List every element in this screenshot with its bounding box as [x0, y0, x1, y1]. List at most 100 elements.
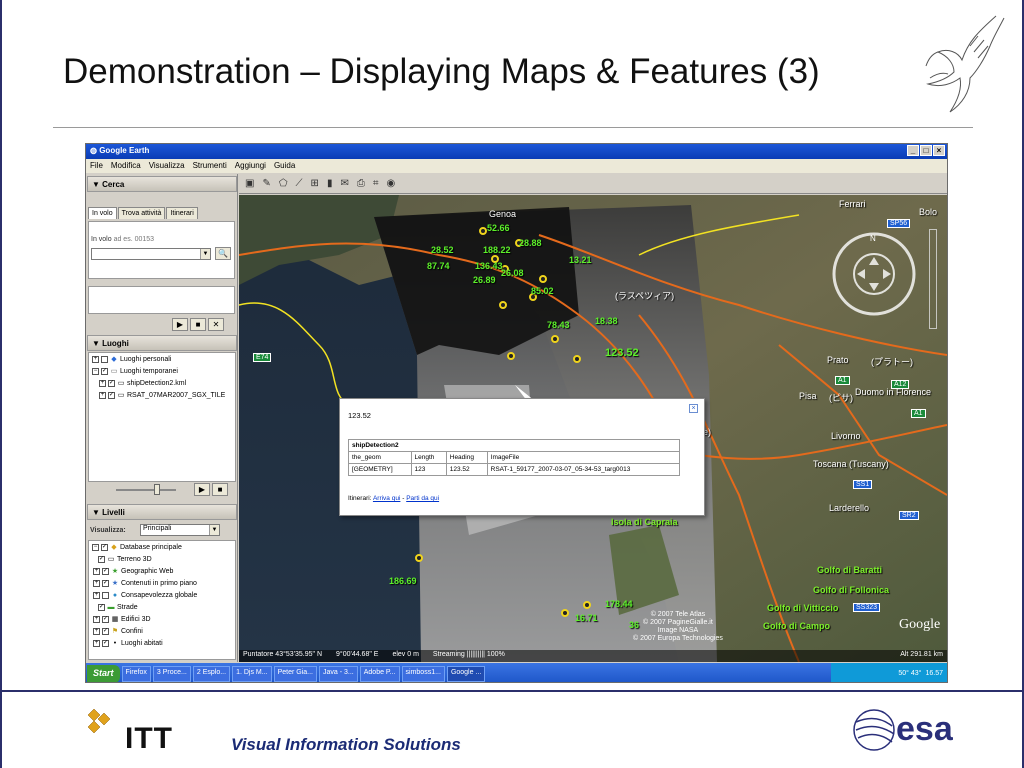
menu-guida[interactable]: Guida — [274, 161, 295, 171]
ship-length-label[interactable]: 52.66 — [487, 223, 510, 233]
list-item[interactable]: ✓ ▭ Terreno 3D — [89, 553, 235, 565]
ship-length-label[interactable]: 16.71 — [575, 613, 598, 623]
ship-marker-icon[interactable] — [583, 601, 591, 609]
close-button[interactable]: × — [933, 145, 945, 156]
place-label[interactable]: Ferrari — [839, 199, 866, 209]
maximize-button[interactable]: □ — [920, 145, 932, 156]
menu-file[interactable]: File — [90, 161, 103, 171]
list-item[interactable]: − ✓ ◆ Database principale — [89, 541, 235, 553]
place-label[interactable]: Golfo di Baratti — [817, 565, 882, 575]
list-item[interactable]: + ● Consapevolezza globale — [89, 589, 235, 601]
dropdown-arrow-icon[interactable]: ▼ — [200, 249, 210, 259]
taskbar-item[interactable]: 3 Proce... — [152, 665, 191, 682]
slider-handle[interactable] — [154, 484, 160, 495]
taskbar-item-google-earth[interactable]: Google ... — [446, 665, 486, 682]
expand-icon[interactable]: + — [93, 639, 100, 647]
checkbox[interactable]: ✓ — [108, 391, 115, 399]
checkbox[interactable]: ✓ — [102, 615, 109, 623]
place-label[interactable]: Bolo — [919, 207, 937, 217]
checkbox[interactable]: ✓ — [98, 603, 105, 611]
view-select[interactable]: Principali ▼ — [140, 524, 220, 536]
minimize-button[interactable]: _ — [907, 145, 919, 156]
expand-icon[interactable]: + — [93, 615, 100, 623]
ship-length-label[interactable]: 18.38 — [595, 316, 618, 326]
collapse-icon[interactable]: − — [92, 367, 99, 375]
taskbar-item[interactable]: Java - 3... — [319, 665, 358, 682]
tab-in-volo[interactable]: In volo — [88, 207, 117, 219]
layers-panel-header[interactable]: ▼ Livelli — [87, 504, 237, 520]
stop-button[interactable]: ■ — [190, 318, 206, 331]
polygon-icon[interactable]: ⬠ — [279, 178, 288, 189]
email-icon[interactable]: ✉ — [340, 178, 348, 189]
ruler-icon[interactable]: ▮ — [327, 178, 333, 189]
taskbar-item[interactable]: Adobe P... — [359, 665, 400, 682]
place-label[interactable]: (プラトー) — [871, 355, 913, 368]
ship-marker-icon[interactable] — [551, 335, 559, 343]
list-item[interactable]: + ✓ ⚑ Confini — [89, 625, 235, 637]
taskbar-item[interactable]: Peter Gia... — [273, 665, 317, 682]
checkbox[interactable]: ✓ — [108, 379, 115, 387]
expand-icon[interactable]: + — [93, 627, 100, 635]
map-view[interactable]: N 52.66 28.52 188.22 28.88 87.74 136.43 26.08 1… — [239, 195, 947, 662]
ship-length-label[interactable]: 26.89 — [473, 275, 496, 285]
tour-play-button[interactable]: ▶ — [194, 483, 210, 496]
ship-length-label[interactable]: 188.22 — [483, 245, 511, 255]
sidebar-toggle-icon[interactable]: ▣ — [245, 178, 254, 189]
taskbar-item[interactable]: 2 Esplo... — [192, 665, 231, 682]
place-label[interactable]: Isola di Capraia — [611, 517, 678, 527]
overlay-icon[interactable]: ⊞ — [311, 178, 319, 189]
print-icon[interactable]: ⎙ — [357, 178, 365, 189]
expand-icon[interactable]: + — [93, 591, 100, 599]
list-item[interactable]: + ✓ ▭ shipDetection2.kml — [89, 377, 235, 389]
fly-to-input[interactable]: ▼ — [91, 248, 211, 260]
menu-strumenti[interactable]: Strumenti — [193, 161, 227, 171]
list-item[interactable]: + ✓ ▦ Edifici 3D — [89, 613, 235, 625]
place-label[interactable]: Golfo di Follonica — [813, 585, 889, 595]
clear-button[interactable]: ✕ — [208, 318, 224, 331]
depart-here-link[interactable]: Parti da qui — [406, 495, 439, 502]
place-label[interactable]: Golfo di Campo — [763, 621, 830, 631]
start-button[interactable]: Start — [87, 664, 120, 682]
ship-marker-icon[interactable] — [499, 301, 507, 309]
places-panel-header[interactable]: ▼ Luoghi — [87, 335, 237, 351]
ship-length-label[interactable]: 136.43 — [475, 261, 503, 271]
navigation-control[interactable]: N — [829, 229, 919, 319]
expand-icon[interactable]: + — [99, 391, 106, 399]
ship-length-label[interactable]: 87.74 — [427, 261, 450, 271]
list-item[interactable]: + ◆ Luoghi personali — [89, 353, 235, 365]
search-button[interactable]: 🔍 — [215, 247, 231, 260]
ship-marker-icon[interactable] — [479, 227, 487, 235]
ship-length-label[interactable]: 186.69 — [389, 576, 417, 586]
ship-length-label[interactable]: 13.21 — [569, 255, 592, 265]
tour-stop-button[interactable]: ■ — [212, 483, 228, 496]
taskbar-item[interactable]: 1. Djs M... — [232, 665, 272, 682]
place-label[interactable]: Larderello — [829, 503, 869, 513]
expand-icon[interactable]: + — [93, 579, 100, 587]
close-icon[interactable]: × — [689, 404, 698, 413]
ship-length-label[interactable]: 26.08 — [501, 268, 524, 278]
checkbox[interactable]: ✓ — [102, 627, 109, 635]
zoom-slider[interactable] — [929, 229, 937, 329]
checkbox[interactable]: ✓ — [102, 639, 109, 647]
place-label[interactable]: Prato — [827, 355, 849, 365]
ship-marker-icon[interactable] — [573, 355, 581, 363]
place-label[interactable]: Golfo di Vitticcio — [767, 603, 838, 613]
place-label[interactable]: Genoa — [489, 209, 516, 219]
ship-marker-icon[interactable] — [561, 609, 569, 617]
placemark-icon[interactable]: ✎ — [262, 178, 270, 189]
collapse-icon[interactable]: − — [92, 543, 99, 551]
ship-marker-icon[interactable] — [507, 352, 515, 360]
menu-modifica[interactable]: Modifica — [111, 161, 141, 171]
search-panel-header[interactable]: ▼ Cerca — [87, 176, 237, 192]
place-label[interactable]: Pisa — [799, 391, 817, 401]
ship-length-label[interactable]: 28.88 — [519, 238, 542, 248]
expand-icon[interactable]: + — [93, 567, 100, 575]
checkbox[interactable] — [102, 591, 109, 599]
map-view-icon[interactable]: ⌗ — [373, 178, 379, 189]
list-item[interactable]: − ✓ ▭ Luoghi temporanei — [89, 365, 235, 377]
checkbox[interactable]: ✓ — [102, 567, 109, 575]
list-item[interactable]: + ✓ • Luoghi abitati — [89, 637, 235, 649]
list-item[interactable]: + ✓ ▭ RSAT_07MAR2007_SGX_TILE — [89, 389, 235, 401]
tab-trova-attivita[interactable]: Trova attività — [117, 207, 166, 219]
ship-length-label[interactable]: 85.02 — [531, 286, 554, 296]
